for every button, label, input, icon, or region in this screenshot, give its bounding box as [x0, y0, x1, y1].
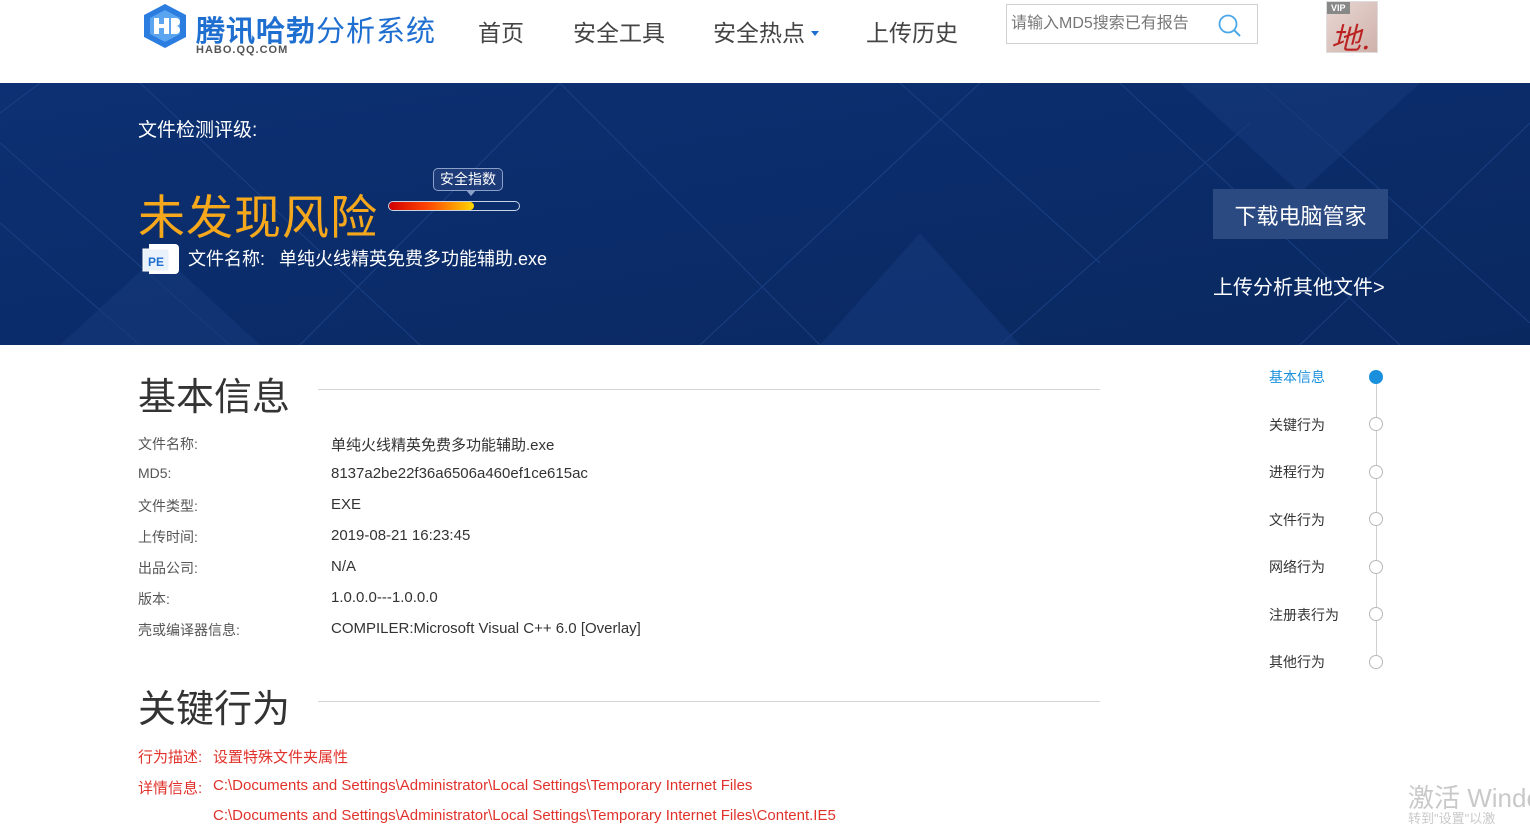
nav-upload-history[interactable]: 上传历史 [866, 14, 958, 48]
logo-title-rest: 分析系统 [316, 16, 437, 48]
pe-file-icon: PE [142, 244, 179, 274]
side-nav-file-behavior[interactable]: 文件行为 [1269, 510, 1325, 530]
nav-home[interactable]: 首页 [478, 14, 524, 48]
nav-security-hotspots-label: 安全热点 [713, 20, 805, 46]
section-divider [318, 389, 1100, 390]
md5-search-box [1006, 4, 1258, 44]
banner-filename-label: 文件名称: [188, 249, 266, 269]
banner-filename: 文件名称: 单纯火线精英免费多功能辅助.exe [188, 245, 547, 271]
avatar-scribble: 地. [1331, 22, 1371, 53]
info-label-file-type: 文件类型: [138, 498, 198, 514]
info-label-version: 版本: [138, 591, 170, 607]
side-nav-dot-other-behavior[interactable] [1369, 655, 1383, 669]
info-value-version: 1.0.0.0---1.0.0.0 [331, 589, 438, 606]
info-label-company: 出品公司: [138, 560, 198, 576]
info-label-upload-time: 上传时间: [138, 529, 198, 545]
nav-security-tools-label: 安全工具 [573, 20, 665, 46]
safety-index-fill [389, 202, 474, 210]
windows-activation-watermark-sub: 转到"设置"以激 [1408, 811, 1496, 824]
behavior-detail-path: C:\Documents and Settings\Administrator\… [213, 807, 836, 824]
side-nav-registry-behavior[interactable]: 注册表行为 [1269, 605, 1339, 625]
side-nav-dot-registry-behavior[interactable] [1369, 607, 1383, 621]
vip-badge: VIP [1327, 2, 1350, 14]
info-value-filename: 单纯火线精英免费多功能辅助.exe [331, 437, 555, 454]
side-nav-dot-file-behavior[interactable] [1369, 512, 1383, 526]
search-icon[interactable] [1217, 13, 1243, 39]
info-value-file-type: EXE [331, 496, 362, 513]
risk-result: 未发现风险 [138, 191, 378, 244]
behavior-desc-value: 设置特殊文件夹属性 [213, 749, 349, 766]
section-title-basic-info: 基本信息 [138, 377, 291, 419]
info-value-upload-time: 2019-08-21 16:23:45 [331, 527, 471, 544]
pe-icon-text: PE [148, 255, 164, 269]
info-label-md5: MD5: [138, 465, 172, 481]
section-divider [318, 701, 1100, 702]
download-pc-manager-button[interactable]: 下载电脑管家 [1213, 189, 1388, 239]
side-nav-dot-network-behavior[interactable] [1369, 560, 1383, 574]
md5-search-input[interactable] [1011, 11, 1211, 37]
side-nav-dot-basic-info[interactable] [1369, 370, 1383, 384]
side-nav-network-behavior[interactable]: 网络行为 [1269, 557, 1325, 577]
info-value-compiler: COMPILER:Microsoft Visual C++ 6.0 [Overl… [331, 620, 641, 637]
top-header: 腾讯哈勃分析系统 HABO.QQ.COM 首页 安全工具 安全热点 上传历史 V… [0, 0, 1530, 83]
safety-index-tag: 安全指数 [433, 168, 503, 196]
habo-logo[interactable]: 腾讯哈勃分析系统 HABO.QQ.COM [140, 0, 440, 62]
upload-other-file-link[interactable]: 上传分析其他文件> [1213, 271, 1385, 300]
info-label-compiler: 壳或编译器信息: [138, 622, 240, 638]
info-value-company: N/A [331, 558, 357, 575]
user-avatar[interactable]: VIP 地. [1326, 1, 1378, 53]
habo-logo-icon [144, 4, 186, 48]
side-nav-basic-info[interactable]: 基本信息 [1269, 367, 1325, 387]
logo-subtitle: HABO.QQ.COM [196, 44, 289, 56]
behavior-detail-path: C:\Documents and Settings\Administrator\… [213, 777, 753, 794]
safety-index-bar [388, 201, 520, 211]
side-nav-key-behavior[interactable]: 关键行为 [1269, 415, 1325, 435]
side-nav-dot-key-behavior[interactable] [1369, 417, 1383, 431]
result-banner: 文件检测评级: 未发现风险 安全指数 PE 文件名称: 单纯火线精英免费多功能辅助… [0, 83, 1530, 345]
nav-upload-history-label: 上传历史 [866, 20, 958, 46]
section-title-key-behavior: 关键行为 [138, 689, 291, 731]
caret-down-icon [811, 30, 819, 36]
side-nav-dot-process-behavior[interactable] [1369, 465, 1383, 479]
rating-label: 文件检测评级: [138, 120, 258, 141]
nav-security-hotspots[interactable]: 安全热点 [713, 14, 819, 48]
side-nav-other-behavior[interactable]: 其他行为 [1269, 652, 1325, 672]
behavior-detail-label: 详情信息: [138, 780, 203, 797]
banner-filename-value: 单纯火线精英免费多功能辅助.exe [279, 249, 548, 269]
behavior-desc-label: 行为描述: [138, 749, 203, 766]
info-label-filename: 文件名称: [138, 436, 198, 452]
nav-home-label: 首页 [478, 20, 524, 46]
info-value-md5: 8137a2be22f36a6506a460ef1ce615ac [331, 465, 588, 482]
side-nav-process-behavior[interactable]: 进程行为 [1269, 462, 1325, 482]
nav-security-tools[interactable]: 安全工具 [573, 14, 665, 48]
